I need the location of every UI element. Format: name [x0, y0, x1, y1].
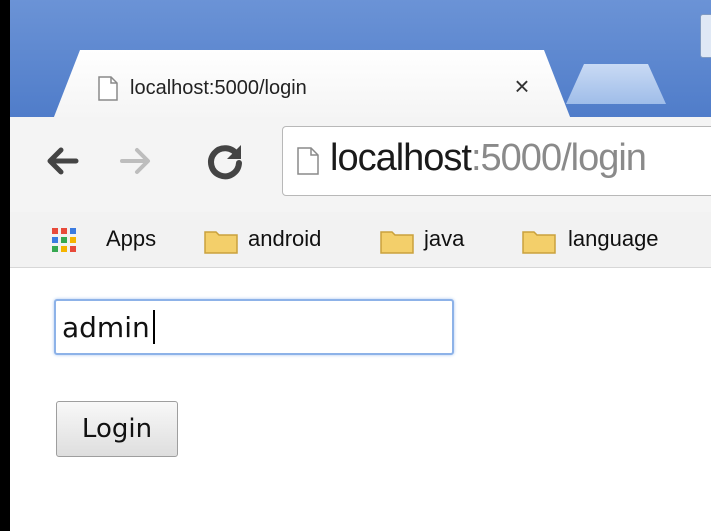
bookmark-android[interactable]: android: [248, 226, 321, 252]
arrow-left-icon[interactable]: [44, 143, 80, 179]
login-button[interactable]: Login: [56, 401, 178, 457]
bookmark-language[interactable]: language: [568, 226, 659, 252]
page-icon: [98, 76, 118, 101]
address-path: :5000/login: [470, 137, 647, 179]
bookmark-apps[interactable]: Apps: [106, 226, 156, 252]
page-icon: [297, 147, 319, 175]
window-control[interactable]: [700, 14, 711, 58]
reload-icon[interactable]: [203, 139, 247, 183]
close-icon[interactable]: ×: [508, 72, 536, 100]
folder-icon: [204, 231, 238, 254]
folder-icon: [522, 231, 556, 254]
text-caret: [153, 310, 155, 344]
folder-icon: [380, 231, 414, 254]
bookmark-java[interactable]: java: [424, 226, 464, 252]
apps-grid-icon[interactable]: [50, 226, 78, 254]
tab-title: localhost:5000/login: [130, 77, 307, 99]
address-host: localhost: [330, 137, 472, 179]
arrow-right-icon[interactable]: [118, 143, 154, 179]
address-text[interactable]: localhost:5000/login: [330, 137, 647, 180]
username-input[interactable]: [54, 299, 454, 355]
browser-window: localhost:5000/login × localhost:5000/lo…: [0, 0, 711, 531]
